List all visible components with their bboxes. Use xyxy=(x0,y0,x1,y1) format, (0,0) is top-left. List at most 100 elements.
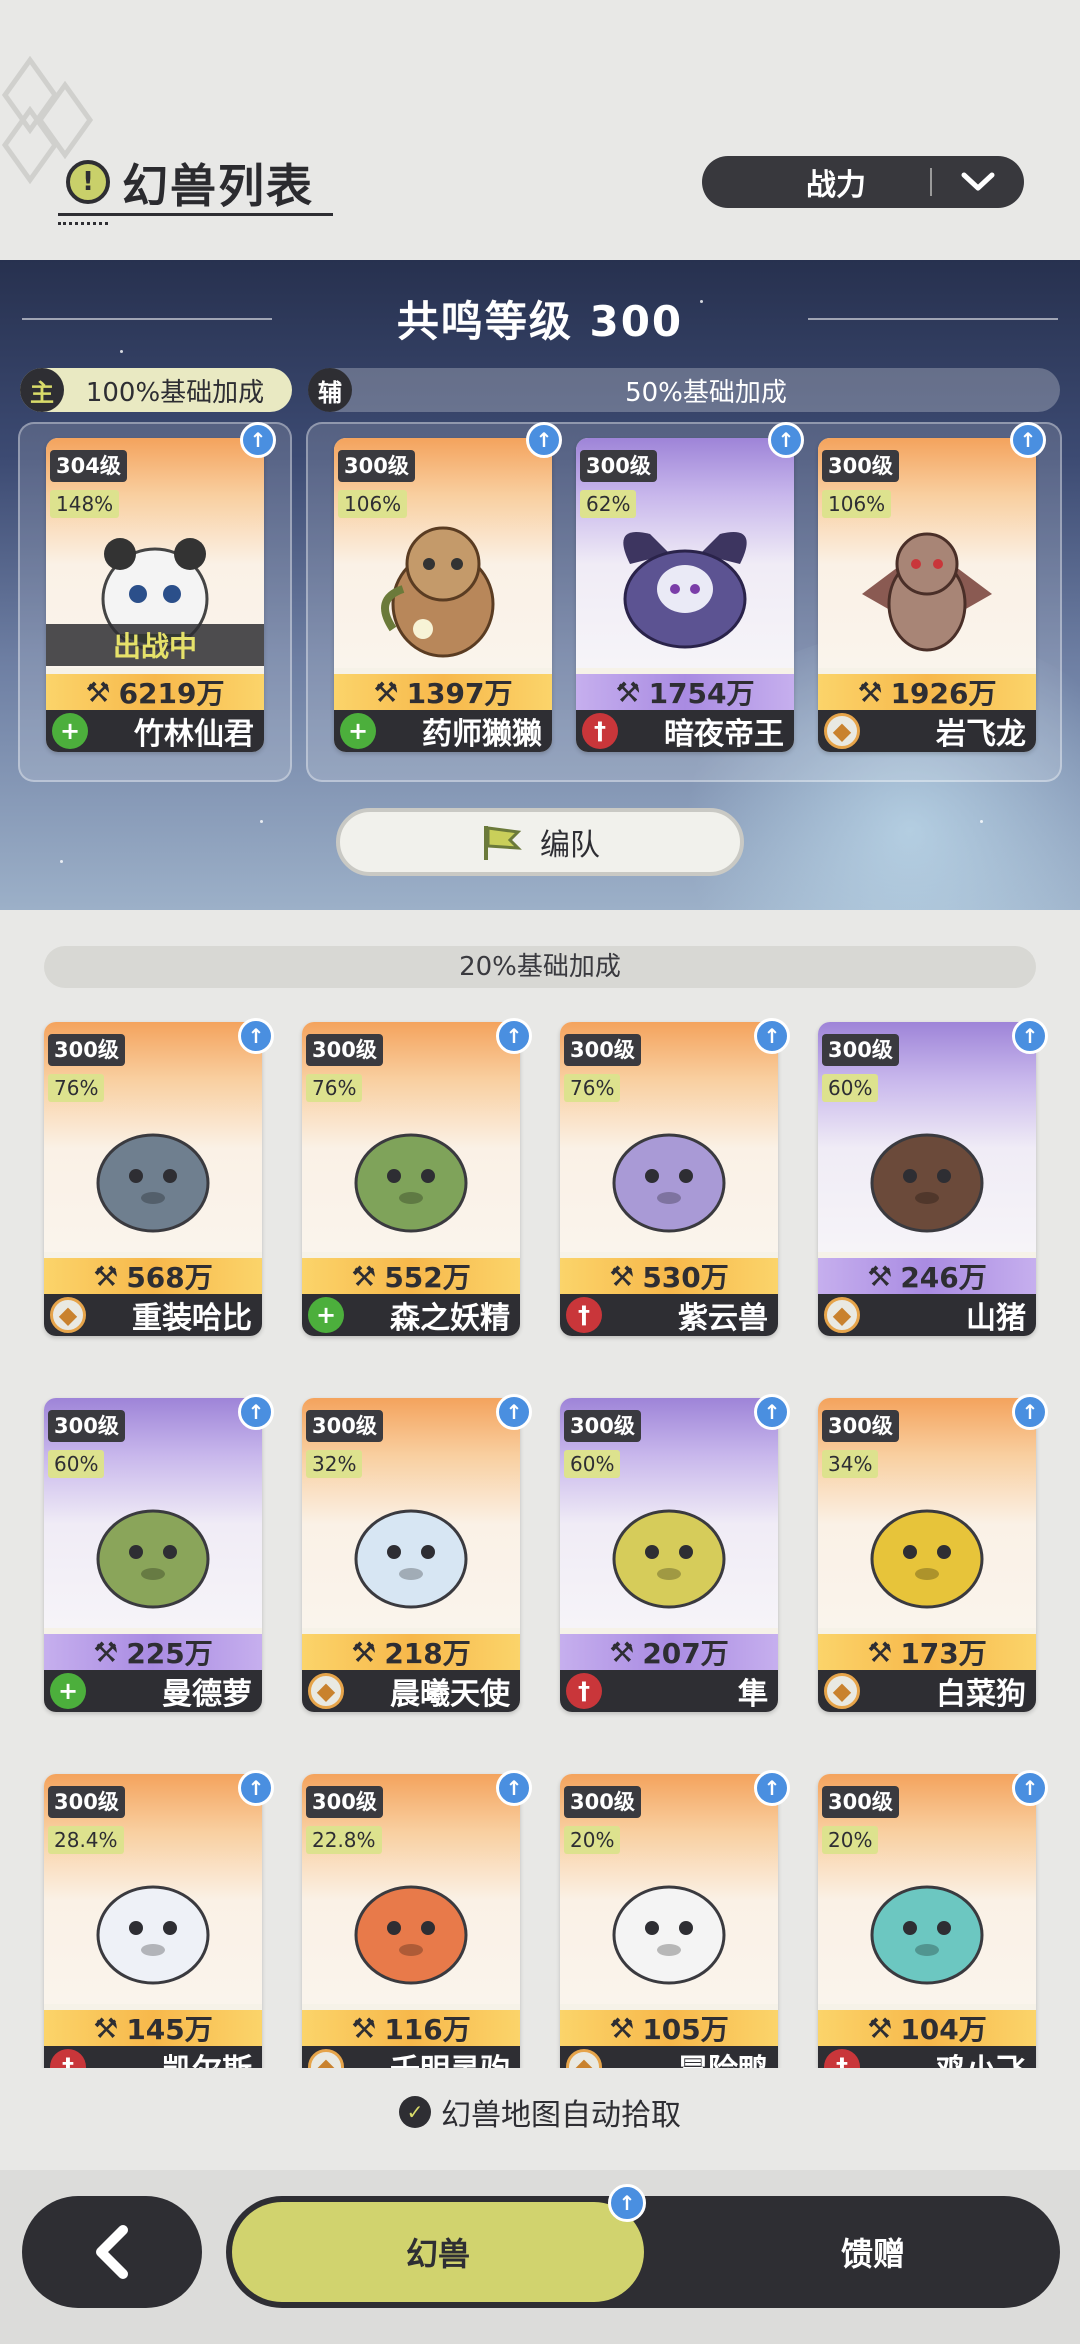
power-value: 207万 xyxy=(642,1637,729,1670)
power-row: ⚒ 116万 xyxy=(302,2010,520,2046)
beast-list-screen: ! 幻兽列表 战力 共鸣等级 300 主 100%基础加成 辅 50%基础加成 xyxy=(0,0,1080,2344)
percent-badge: 106% xyxy=(338,490,408,518)
power-icon: ⚒ xyxy=(351,2011,377,2045)
upgrade-arrow-icon[interactable]: ↑ xyxy=(1012,1394,1048,1430)
power-row: ⚒ 552万 xyxy=(302,1258,520,1294)
upgrade-arrow-icon[interactable]: ↑ xyxy=(496,1018,532,1054)
power-value: 1754万 xyxy=(648,677,755,710)
power-icon: ⚒ xyxy=(373,675,399,709)
chevron-down-icon[interactable] xyxy=(932,171,1024,193)
upgrade-arrow-icon[interactable]: ↑ xyxy=(754,1018,790,1054)
team-card-main[interactable]: 出战中 304级 148% ⚒ 6219万 + 竹林仙君 xyxy=(46,438,264,752)
power-row: ⚒ 218万 xyxy=(302,1634,520,1670)
upgrade-arrow-icon[interactable]: ↑ xyxy=(754,1770,790,1806)
role-attack-icon: † xyxy=(566,1673,602,1709)
beast-card[interactable]: 300级 76% ⚒ 552万 + 森之妖精 xyxy=(302,1022,520,1336)
percent-badge: 106% xyxy=(822,490,892,518)
level-badge: 300级 xyxy=(580,450,657,482)
name-row: ◆千明灵驹 xyxy=(302,2046,520,2068)
percent-badge: 20% xyxy=(564,1826,621,1854)
team-formation-button[interactable]: 编队 xyxy=(336,808,744,876)
back-arrow-icon xyxy=(96,2225,128,2279)
beast-art-rock-dragon xyxy=(862,532,992,652)
name-row: + 药师獭獭 xyxy=(334,710,552,752)
beast-name: 曼德萝 xyxy=(162,1677,252,1712)
back-button[interactable] xyxy=(22,2196,202,2308)
beast-card[interactable]: 300级 32% ⚒ 218万 ◆ 晨曦天使 xyxy=(302,1398,520,1712)
page-title: 幻兽列表 xyxy=(122,159,314,213)
auto-pickup-toggle[interactable]: ✓ 幻兽地图自动拾取 xyxy=(0,2090,1080,2134)
name-row: ◆ 白菜狗 xyxy=(818,1670,1036,1712)
beast-card[interactable]: 300级20%⚒105万◆冒险鸭 xyxy=(560,1774,778,2068)
team-card-sub-3[interactable]: 300级 106% ⚒ 1926万 ◆ 岩飞龙 xyxy=(818,438,1036,752)
name-row: † 紫云兽 xyxy=(560,1294,778,1336)
upgrade-arrow-icon[interactable]: ↑ xyxy=(1012,1770,1048,1806)
beast-art xyxy=(612,1509,726,1609)
name-row: + 曼德萝 xyxy=(44,1670,262,1712)
beast-card[interactable]: 300级 60% ⚒ 225万 + 曼德萝 xyxy=(44,1398,262,1712)
title-underline xyxy=(58,213,333,216)
resonance-panel: 共鸣等级 300 主 100%基础加成 辅 50%基础加成 出战中 304级 1… xyxy=(0,260,1080,910)
in-battle-label: 出战中 xyxy=(46,624,264,666)
upgrade-arrow-icon[interactable]: ↑ xyxy=(1012,1018,1048,1054)
team-card-sub-2[interactable]: 300级 62% ⚒ 1754万 † 暗夜帝王 xyxy=(576,438,794,752)
beast-card[interactable]: 300级 34% ⚒ 173万 ◆ 白菜狗 xyxy=(818,1398,1036,1712)
name-row: ◆ 山猪 xyxy=(818,1294,1036,1336)
level-badge: 300级 xyxy=(306,1786,383,1818)
upgrade-arrow-icon[interactable]: ↑ xyxy=(768,422,804,458)
power-icon: ⚒ xyxy=(615,675,641,709)
beast-name: 冒险鸭 xyxy=(602,2045,778,2068)
role-defense-icon: ◆ xyxy=(824,1297,860,1333)
power-value: 225万 xyxy=(126,1637,213,1670)
upgrade-arrow-icon[interactable]: ↑ xyxy=(238,1018,274,1054)
power-value: 246万 xyxy=(900,1261,987,1294)
level-badge: 300级 xyxy=(822,1786,899,1818)
upgrade-arrow-icon[interactable]: ↑ xyxy=(526,422,562,458)
name-row: + 森之妖精 xyxy=(302,1294,520,1336)
beast-card[interactable]: 300级20%⚒104万†鸡小飞 xyxy=(818,1774,1036,2068)
beast-name: 紫云兽 xyxy=(678,1301,768,1336)
beast-card[interactable]: 300级22.8%⚒116万◆千明灵驹 xyxy=(302,1774,520,2068)
sub-bonus-text: 50%基础加成 xyxy=(625,377,787,408)
upgrade-arrow-icon[interactable]: ↑ xyxy=(754,1394,790,1430)
beast-grid[interactable]: 300级 76% ⚒ 568万 ◆ 重装哈比 ↑ 300级 76% ⚒ 552万 + 森之妖精 ↑ 300级… xyxy=(0,1010,1080,2068)
name-row: ◆冒险鸭 xyxy=(560,2046,778,2068)
sort-dropdown[interactable]: 战力 xyxy=(702,156,1024,208)
info-icon[interactable]: ! xyxy=(66,160,110,204)
power-value: 173万 xyxy=(900,1637,987,1670)
level-badge: 300级 xyxy=(564,1034,641,1066)
power-value: 145万 xyxy=(126,2013,213,2046)
beast-name: 药师獭獭 xyxy=(422,717,542,752)
power-icon: ⚒ xyxy=(93,1635,119,1669)
team-card-sub-1[interactable]: 300级 106% ⚒ 1397万 + 药师獭獭 xyxy=(334,438,552,752)
beast-name: 暗夜帝王 xyxy=(664,717,784,752)
role-defense-icon: ◆ xyxy=(824,713,860,749)
beast-card[interactable]: 300级 60% ⚒ 246万 ◆ 山猪 xyxy=(818,1022,1036,1336)
beast-name: 岩飞龙 xyxy=(936,717,1026,752)
upgrade-arrow-icon[interactable]: ↑ xyxy=(496,1394,532,1430)
power-row: ⚒ 1397万 xyxy=(334,674,552,710)
power-icon: ⚒ xyxy=(867,1259,893,1293)
power-icon: ⚒ xyxy=(857,675,883,709)
beast-card[interactable]: 300级 60% ⚒ 207万 † 隼 xyxy=(560,1398,778,1712)
beast-card[interactable]: 300级 76% ⚒ 568万 ◆ 重装哈比 xyxy=(44,1022,262,1336)
beast-art xyxy=(96,1885,210,1985)
upgrade-arrow-icon[interactable]: ↑ xyxy=(238,1394,274,1430)
checkbox-checked-icon[interactable]: ✓ xyxy=(399,2096,431,2128)
upgrade-arrow-icon[interactable]: ↑ xyxy=(496,1770,532,1806)
upgrade-arrow-icon[interactable]: ↑ xyxy=(1010,422,1046,458)
beast-card[interactable]: 300级28.4%⚒145万†凯尔斯 xyxy=(44,1774,262,2068)
power-icon: ⚒ xyxy=(609,1635,635,1669)
tab-beasts[interactable]: 幻兽 xyxy=(232,2202,644,2302)
percent-badge: 34% xyxy=(822,1450,879,1478)
upgrade-arrow-icon[interactable]: ↑ xyxy=(238,1770,274,1806)
level-badge: 300级 xyxy=(822,1410,899,1442)
upgrade-arrow-icon[interactable]: ↑ xyxy=(240,422,276,458)
sub-bonus-badge: 辅 50%基础加成 xyxy=(308,368,1060,412)
name-row: † 隼 xyxy=(560,1670,778,1712)
power-row: ⚒ 104万 xyxy=(818,2010,1036,2046)
tab-gift[interactable]: 馈赠 xyxy=(686,2196,1060,2308)
upgrade-arrow-icon[interactable]: ↑ xyxy=(608,2184,646,2222)
power-value: 104万 xyxy=(900,2013,987,2046)
beast-card[interactable]: 300级 76% ⚒ 530万 † 紫云兽 xyxy=(560,1022,778,1336)
